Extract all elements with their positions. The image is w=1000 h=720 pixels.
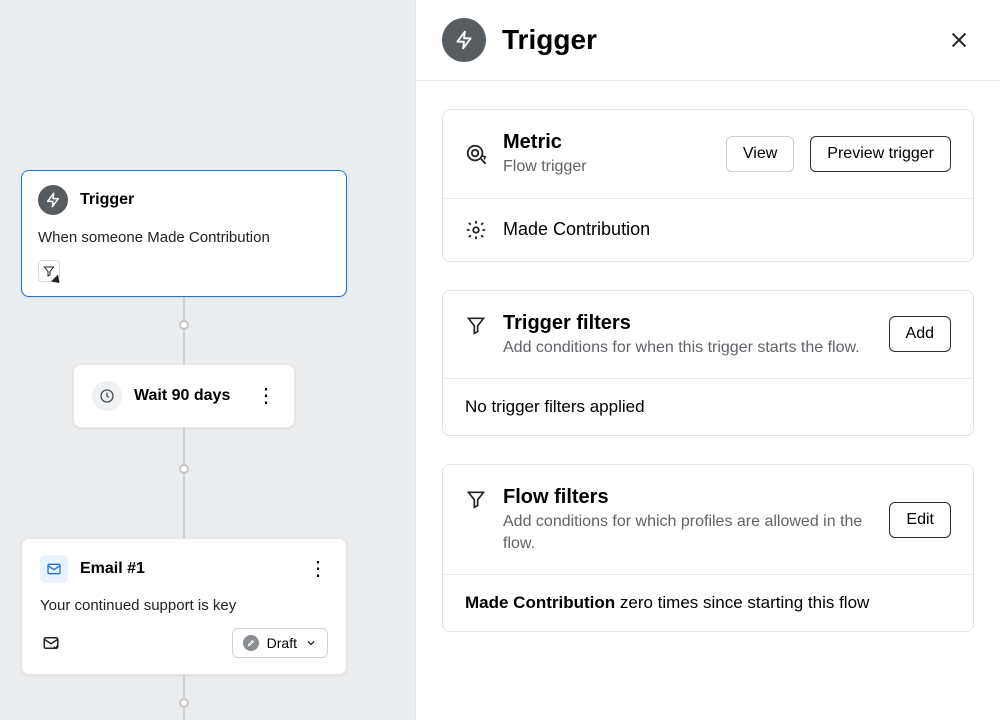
wait-node[interactable]: Wait 90 days ⋮ <box>73 364 295 428</box>
trigger-filters-empty: No trigger filters applied <box>443 378 973 435</box>
flow-canvas[interactable]: Trigger When someone Made Contribution W… <box>0 0 415 720</box>
flow-filters-heading: Flow filters <box>503 485 873 509</box>
target-icon <box>465 143 487 165</box>
flow-filters-sub: Add conditions for which profiles are al… <box>503 511 873 554</box>
flow-filter-rule-bold: Made Contribution <box>465 593 615 612</box>
status-dropdown[interactable]: Draft <box>232 628 328 658</box>
add-step-handle[interactable] <box>179 464 189 474</box>
trigger-detail-panel: Trigger Metric Flow trigger View Preview… <box>415 0 1000 720</box>
gear-icon <box>465 219 487 241</box>
wait-node-label: Wait 90 days <box>134 387 230 405</box>
metric-heading: Metric <box>503 130 710 154</box>
email-node-title: Email #1 <box>80 560 145 578</box>
chevron-down-icon <box>305 637 317 649</box>
add-trigger-filter-button[interactable]: Add <box>889 316 951 352</box>
trigger-node[interactable]: Trigger When someone Made Contribution <box>21 170 347 297</box>
trigger-filters-heading: Trigger filters <box>503 311 873 335</box>
trigger-node-desc: When someone Made Contribution <box>38 229 330 246</box>
trigger-filters-section: Trigger filters Add conditions for when … <box>442 290 974 437</box>
wait-node-menu[interactable]: ⋮ <box>256 386 276 406</box>
email-node-desc: Your continued support is key <box>40 597 328 614</box>
trigger-node-title: Trigger <box>80 191 134 209</box>
flow-filter-rule-rest: zero times since starting this flow <box>615 593 869 612</box>
trigger-filters-sub: Add conditions for when this trigger sta… <box>503 337 873 359</box>
filter-icon <box>465 315 487 335</box>
mail-icon <box>40 555 68 583</box>
email-node-menu[interactable]: ⋮ <box>308 559 328 579</box>
draft-dot-icon <box>243 635 259 651</box>
close-button[interactable] <box>944 25 974 55</box>
flow-filters-section: Flow filters Add conditions for which pr… <box>442 464 974 632</box>
trigger-filter-badge[interactable] <box>38 260 60 282</box>
edit-flow-filter-button[interactable]: Edit <box>889 502 951 538</box>
metric-value: Made Contribution <box>503 219 650 240</box>
add-step-handle[interactable] <box>179 320 189 330</box>
panel-header: Trigger <box>416 0 1000 81</box>
panel-body[interactable]: Metric Flow trigger View Preview trigger… <box>416 81 1000 720</box>
flow-filter-rule: Made Contribution zero times since start… <box>443 574 973 631</box>
add-step-handle[interactable] <box>179 698 189 708</box>
panel-title: Trigger <box>502 24 597 56</box>
bolt-icon <box>442 18 486 62</box>
metric-section: Metric Flow trigger View Preview trigger… <box>442 109 974 262</box>
view-button[interactable]: View <box>726 136 794 172</box>
connector-line <box>183 420 185 540</box>
email-node[interactable]: Email #1 ⋮ Your continued support is key… <box>21 538 347 675</box>
delivery-icon <box>40 632 62 654</box>
clock-icon <box>92 381 122 411</box>
preview-trigger-button[interactable]: Preview trigger <box>810 136 951 172</box>
bolt-icon <box>38 185 68 215</box>
filter-icon <box>465 489 487 509</box>
metric-sub: Flow trigger <box>503 156 710 178</box>
status-label: Draft <box>267 635 297 651</box>
